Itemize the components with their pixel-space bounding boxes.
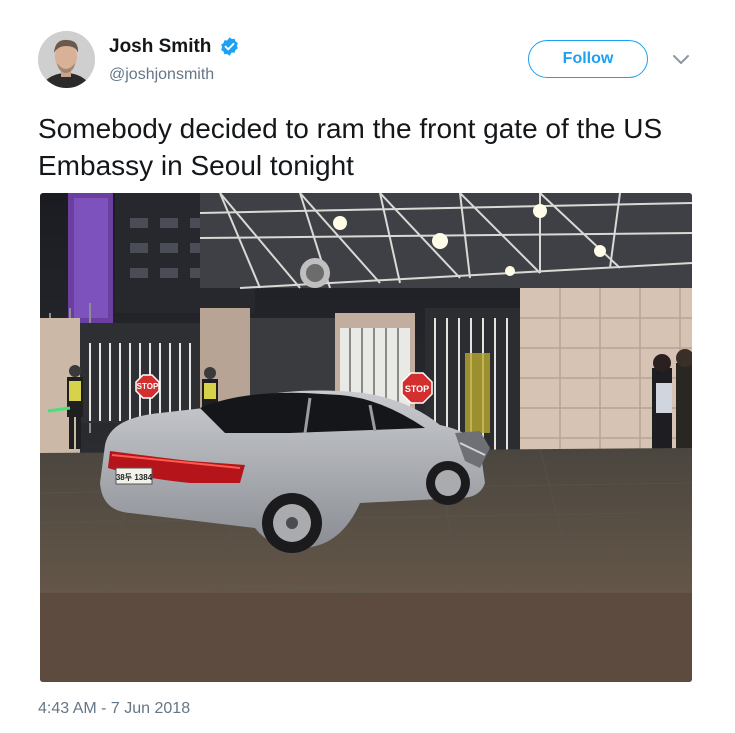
chevron-down-icon[interactable] xyxy=(672,54,690,66)
follow-button[interactable]: Follow xyxy=(528,40,648,78)
tweet-photo[interactable]: STOP STOP 38두 1384 xyxy=(40,193,692,682)
display-name[interactable]: Josh Smith xyxy=(109,36,211,58)
license-plate: 38두 1384 xyxy=(116,473,153,482)
avatar[interactable] xyxy=(38,31,95,88)
tweet-text: Somebody decided to ram the front gate o… xyxy=(38,113,663,181)
user-handle[interactable]: @joshjonsmith xyxy=(109,66,214,84)
stop-sign-left: STOP xyxy=(137,382,159,391)
verified-badge-icon xyxy=(221,37,238,56)
stop-sign-right: STOP xyxy=(405,384,429,394)
user-avatar xyxy=(38,31,95,88)
tweet-card: Josh Smith @joshjonsmith Follow Somebody… xyxy=(0,0,735,733)
embassy-car-photo: STOP STOP 38두 1384 xyxy=(40,193,692,682)
tweet-timestamp[interactable]: 4:43 AM - 7 Jun 2018 xyxy=(38,700,190,718)
